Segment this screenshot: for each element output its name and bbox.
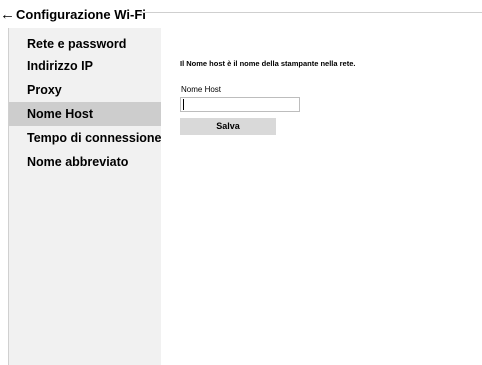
sidebar-item-indirizzo-ip[interactable]: Indirizzo IP <box>9 54 161 78</box>
host-description: Il Nome host è il nome della stampante n… <box>180 59 356 68</box>
host-name-input[interactable] <box>180 97 300 112</box>
sidebar-item-proxy[interactable]: Proxy <box>9 78 161 102</box>
header-divider <box>140 12 482 13</box>
host-field-label: Nome Host <box>181 85 222 94</box>
sidebar: Rete e password Indirizzo IP Proxy Nome … <box>9 28 161 365</box>
sidebar-item-tempo-di-connessione[interactable]: Tempo di connessione dir <box>9 126 161 150</box>
sidebar-item-rete-e-password[interactable]: Rete e password <box>9 32 161 56</box>
save-button[interactable]: Salva <box>180 118 276 135</box>
header-bar: ← Configurazione Wi-Fi <box>0 0 482 28</box>
page-title: Configurazione Wi-Fi <box>16 7 146 22</box>
text-cursor <box>183 99 184 110</box>
main-content: Il Nome host è il nome della stampante n… <box>161 28 482 365</box>
sidebar-item-nome-abbreviato[interactable]: Nome abbreviato <box>9 150 161 174</box>
sidebar-item-nome-host[interactable]: Nome Host <box>9 102 161 126</box>
wifi-settings-screen: ← Configurazione Wi-Fi Rete e password I… <box>0 0 482 365</box>
